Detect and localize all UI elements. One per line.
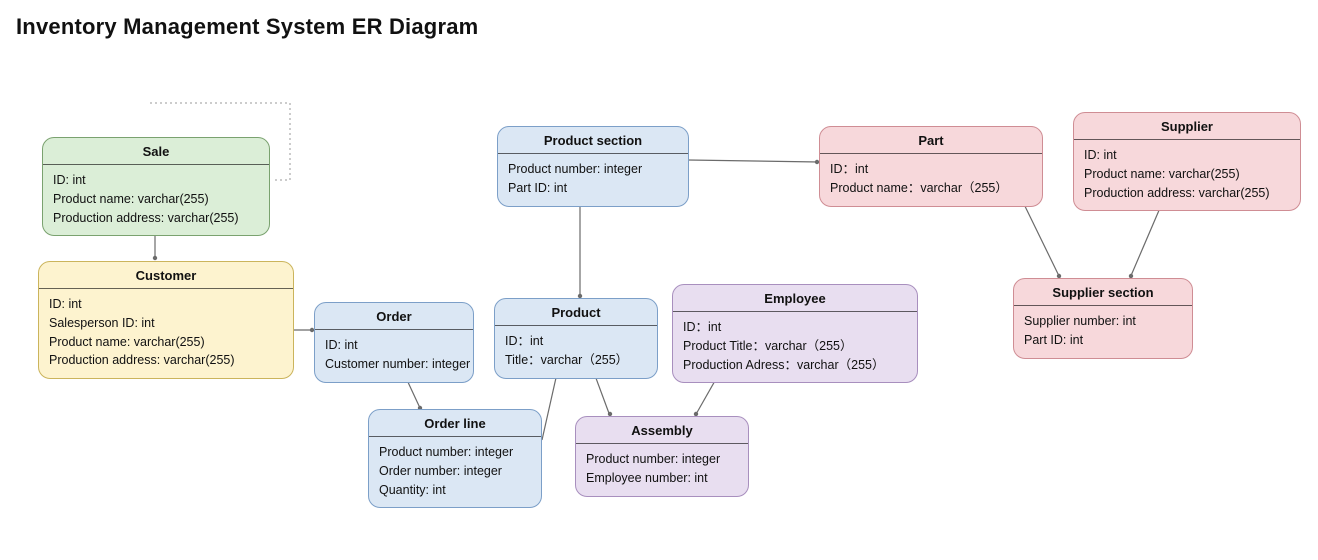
entity-supplier[interactable]: Supplier ID: int Product name: varchar(2… [1073, 112, 1301, 211]
entity-supplier-section[interactable]: Supplier section Supplier number: int Pa… [1013, 278, 1193, 359]
diagram-canvas: Sale ID: int Product name: varchar(255) … [0, 0, 1318, 560]
entity-supplier-section-title: Supplier section [1014, 279, 1192, 306]
entity-attr: Product name：varchar（255） [830, 179, 1032, 198]
entity-attr: Product name: varchar(255) [49, 333, 283, 352]
entity-attr: Salesperson ID: int [49, 314, 283, 333]
entity-employee-title: Employee [673, 285, 917, 312]
entity-order-line-title: Order line [369, 410, 541, 437]
entity-attr: Product number: integer [508, 160, 678, 179]
entity-attr: ID：int [505, 332, 647, 351]
entity-employee-body: ID：int Product Title：varchar（255） Produc… [673, 312, 917, 382]
entity-attr: Production address: varchar(255) [53, 209, 259, 228]
entity-order-body: ID: int Customer number: integer [315, 330, 473, 382]
entity-assembly-body: Product number: integer Employee number:… [576, 444, 748, 496]
entity-attr: Supplier number: int [1024, 312, 1182, 331]
entity-attr: Part ID: int [508, 179, 678, 198]
entity-customer[interactable]: Customer ID: int Salesperson ID: int Pro… [38, 261, 294, 379]
entity-attr: ID: int [53, 171, 259, 190]
entity-assembly-title: Assembly [576, 417, 748, 444]
entity-attr: ID：int [683, 318, 907, 337]
entity-supplier-title: Supplier [1074, 113, 1300, 140]
entity-sale-title: Sale [43, 138, 269, 165]
entity-attr: ID: int [49, 295, 283, 314]
entity-employee[interactable]: Employee ID：int Product Title：varchar（25… [672, 284, 918, 383]
entity-attr: Product Title：varchar（255） [683, 337, 907, 356]
entity-attr: ID: int [1084, 146, 1290, 165]
entity-attr: Title：varchar（255） [505, 351, 647, 370]
entity-sale[interactable]: Sale ID: int Product name: varchar(255) … [42, 137, 270, 236]
entity-attr: ID：int [830, 160, 1032, 179]
entity-attr: Order number: integer [379, 462, 531, 481]
entity-product-section-body: Product number: integer Part ID: int [498, 154, 688, 206]
entity-supplier-section-body: Supplier number: int Part ID: int [1014, 306, 1192, 358]
entity-product[interactable]: Product ID：int Title：varchar（255） [494, 298, 658, 379]
entity-order-title: Order [315, 303, 473, 330]
entity-part-body: ID：int Product name：varchar（255） [820, 154, 1042, 206]
entity-order-line-body: Product number: integer Order number: in… [369, 437, 541, 507]
entity-attr: Product name: varchar(255) [1084, 165, 1290, 184]
entity-attr: Production address: varchar(255) [49, 351, 283, 370]
entity-part-title: Part [820, 127, 1042, 154]
entity-attr: Customer number: integer [325, 355, 463, 374]
entity-assembly[interactable]: Assembly Product number: integer Employe… [575, 416, 749, 497]
entity-customer-body: ID: int Salesperson ID: int Product name… [39, 289, 293, 378]
entity-supplier-body: ID: int Product name: varchar(255) Produ… [1074, 140, 1300, 210]
entity-order[interactable]: Order ID: int Customer number: integer [314, 302, 474, 383]
entity-attr: Product number: integer [379, 443, 531, 462]
entity-attr: Product number: integer [586, 450, 738, 469]
entity-attr: Employee number: int [586, 469, 738, 488]
entity-attr: Quantity: int [379, 481, 531, 500]
entity-product-section[interactable]: Product section Product number: integer … [497, 126, 689, 207]
entity-attr: Production address: varchar(255) [1084, 184, 1290, 203]
entity-attr: Production Adress：varchar（255） [683, 356, 907, 375]
entity-attr: Part ID: int [1024, 331, 1182, 350]
entity-sale-body: ID: int Product name: varchar(255) Produ… [43, 165, 269, 235]
entity-attr: ID: int [325, 336, 463, 355]
entity-product-section-title: Product section [498, 127, 688, 154]
entity-order-line[interactable]: Order line Product number: integer Order… [368, 409, 542, 508]
entity-customer-title: Customer [39, 262, 293, 289]
entity-product-title: Product [495, 299, 657, 326]
entity-part[interactable]: Part ID：int Product name：varchar（255） [819, 126, 1043, 207]
entity-attr: Product name: varchar(255) [53, 190, 259, 209]
entity-product-body: ID：int Title：varchar（255） [495, 326, 657, 378]
